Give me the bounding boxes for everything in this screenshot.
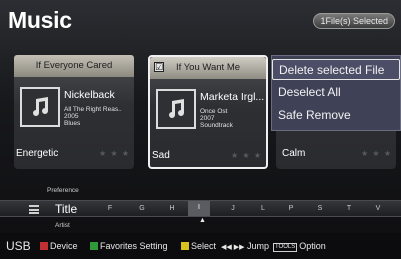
rating-stars: ★ ★ ★: [99, 149, 130, 158]
tools-button-icon: TOOLS: [273, 243, 298, 252]
card-album: All The Right Reas..: [64, 106, 122, 113]
hint-label: Select: [191, 241, 217, 251]
jump-letter[interactable]: J: [225, 205, 241, 212]
menu-item-deselect-all[interactable]: Deselect All: [272, 82, 400, 103]
card-title: If Everyone Cared: [14, 55, 134, 77]
hint-label: Favorites Setting: [100, 241, 168, 251]
music-note-icon: [156, 89, 196, 129]
card-album: Once Ost: [200, 108, 228, 115]
page-title: Music: [8, 7, 72, 33]
music-browser-screen: Music 1File(s) Selected If Everyone Care…: [0, 0, 401, 259]
green-button-icon: [90, 242, 98, 250]
hint-jump[interactable]: ◀◀ ▶▶ Jump: [221, 241, 269, 251]
hint-label: Device: [50, 241, 78, 251]
card-year: 2007: [200, 115, 215, 122]
card-genre: Blues: [64, 120, 81, 127]
menu-item-safe-remove[interactable]: Safe Remove: [272, 105, 400, 126]
jump-letter[interactable]: S: [312, 205, 328, 212]
caret-up-icon: ▲: [199, 217, 206, 224]
jump-letter[interactable]: V: [370, 205, 386, 212]
card-mood: Energetic: [16, 148, 59, 159]
jump-arrows-icon: ◀◀ ▶▶: [221, 244, 245, 251]
sort-strip: Title F G H I J L P S T V: [0, 200, 401, 217]
hint-option[interactable]: TOOLS Option: [273, 241, 326, 252]
music-item-card-focused[interactable]: If You Want Me ☑ Marketa Irgl... Once Os…: [148, 55, 268, 169]
rating-stars: ★ ★ ★: [361, 149, 392, 158]
source-label: USB: [6, 239, 31, 253]
card-title: If You Want Me: [150, 57, 266, 79]
menu-item-delete-selected[interactable]: Delete selected File: [272, 59, 400, 80]
jump-letter[interactable]: G: [134, 205, 150, 212]
yellow-button-icon: [181, 242, 189, 250]
jump-letter-current[interactable]: I: [188, 201, 210, 216]
jump-letter[interactable]: T: [341, 205, 357, 212]
card-mood: Calm: [282, 148, 306, 159]
jump-letter[interactable]: L: [255, 205, 271, 212]
sort-option-artist[interactable]: Artist: [55, 222, 70, 229]
hint-favorites[interactable]: Favorites Setting: [90, 241, 168, 251]
card-genre: Soundtrack: [200, 122, 233, 129]
tools-context-menu: Delete selected File Deselect All Safe R…: [271, 55, 401, 131]
card-artist: Marketa Irgl...: [200, 91, 265, 103]
music-item-card[interactable]: If Everyone Cared Nickelback All The Rig…: [14, 55, 134, 169]
selected-count-badge: 1File(s) Selected: [313, 13, 395, 29]
hint-label: Jump: [247, 241, 270, 251]
card-meta: All The Right Reas.. 2005 Blues: [64, 106, 122, 127]
card-year: 2005: [64, 113, 79, 120]
red-button-icon: [40, 242, 48, 250]
hint-device[interactable]: Device: [40, 241, 78, 251]
jump-letter[interactable]: H: [164, 205, 180, 212]
sort-current-option[interactable]: Title: [55, 202, 77, 216]
music-note-icon: [20, 87, 60, 127]
card-meta: Once Ost 2007 Soundtrack: [200, 108, 233, 129]
rating-stars: ★ ★ ★: [231, 151, 262, 160]
list-menu-icon: [29, 205, 39, 214]
footer-help-bar: USB Device Favorites Setting Select ◀◀ ▶…: [0, 233, 401, 259]
sort-option-preference[interactable]: Preference: [47, 187, 79, 194]
hint-select[interactable]: Select: [181, 241, 216, 251]
checkbox-checked-icon[interactable]: ☑: [154, 62, 164, 72]
hint-label: Option: [299, 241, 326, 251]
jump-letter[interactable]: F: [102, 205, 118, 212]
jump-letter[interactable]: P: [283, 205, 299, 212]
card-artist: Nickelback: [64, 89, 115, 101]
card-mood: Sad: [152, 150, 170, 161]
